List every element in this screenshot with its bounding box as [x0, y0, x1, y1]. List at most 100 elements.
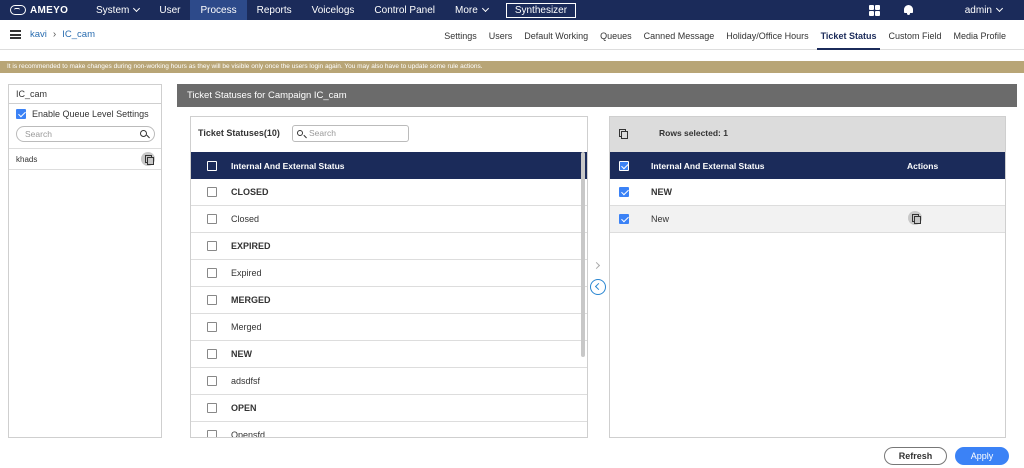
- status-label: Opensfd: [231, 430, 266, 438]
- row-checkbox[interactable]: [207, 268, 217, 278]
- nav-voicelogs-label: Voicelogs: [311, 4, 355, 16]
- move-left-chevron-icon[interactable]: [590, 279, 606, 295]
- tab-default-working[interactable]: Default Working: [520, 20, 592, 50]
- transfer-controls: [588, 258, 608, 298]
- refresh-button[interactable]: Refresh: [884, 447, 947, 465]
- synthesizer-label: Synthesizer: [514, 4, 568, 16]
- bell-icon[interactable]: [903, 5, 913, 15]
- chevron-down-icon: [481, 4, 489, 13]
- user-menu[interactable]: admin: [964, 4, 1004, 16]
- tab-settings[interactable]: Settings: [440, 20, 481, 50]
- breadcrumb-item[interactable]: kavi: [30, 29, 47, 40]
- copy-icon[interactable]: [908, 211, 922, 225]
- breadcrumb: kavi › IC_cam: [30, 29, 95, 40]
- table-row[interactable]: Closed: [191, 206, 587, 233]
- status-label: MERGED: [231, 295, 271, 305]
- queue-search-input[interactable]: Search: [16, 126, 155, 142]
- nav-user-label: User: [159, 4, 181, 16]
- nav-user[interactable]: User: [149, 0, 190, 20]
- enable-queue-checkbox[interactable]: [16, 109, 26, 119]
- status-label: NEW: [651, 187, 672, 197]
- table-row[interactable]: MERGED: [191, 287, 587, 314]
- nav-reports[interactable]: Reports: [247, 0, 302, 20]
- tab-holiday-office-hours[interactable]: Holiday/Office Hours: [722, 20, 812, 50]
- row-checkbox[interactable]: [207, 295, 217, 305]
- nav-more[interactable]: More: [445, 0, 498, 20]
- queue-name: khads: [16, 154, 38, 164]
- status-label: NEW: [231, 349, 252, 359]
- row-checkbox[interactable]: [207, 187, 217, 197]
- queue-search-placeholder: Search: [25, 129, 52, 139]
- status-label: Closed: [231, 214, 260, 224]
- nav-reports-label: Reports: [256, 4, 292, 16]
- status-search-input[interactable]: Search: [292, 125, 409, 142]
- scrollbar[interactable]: [581, 152, 585, 357]
- table-row[interactable]: CLOSED: [191, 179, 587, 206]
- nav-process[interactable]: Process: [190, 0, 247, 20]
- rows-selected-count: Rows selected: 1: [659, 128, 728, 138]
- table-row[interactable]: OPEN: [191, 395, 587, 422]
- queue-panel-title: IC_cam: [9, 85, 161, 104]
- enable-queue-level-settings[interactable]: Enable Queue Level Settings: [9, 104, 161, 119]
- nav-system-label: System: [96, 4, 130, 16]
- synthesizer-button[interactable]: Synthesizer: [505, 2, 577, 18]
- breadcrumb-item[interactable]: IC_cam: [62, 29, 95, 40]
- column-header-status: Internal And External Status: [231, 160, 345, 171]
- apps-grid-icon[interactable]: [868, 4, 880, 16]
- table-row[interactable]: EXPIRED: [191, 233, 587, 260]
- row-checkbox[interactable]: [207, 349, 217, 359]
- status-search-placeholder: Search: [309, 128, 336, 138]
- tab-canned-message[interactable]: Canned Message: [640, 20, 719, 50]
- table-row[interactable]: NEW: [191, 341, 587, 368]
- nav-control-panel[interactable]: Control Panel: [364, 0, 445, 20]
- tab-media-profile[interactable]: Media Profile: [949, 20, 1010, 50]
- selected-statuses-table: Rows selected: 1 Internal And External S…: [609, 116, 1006, 438]
- status-label: EXPIRED: [231, 241, 271, 251]
- chevron-down-icon: [995, 4, 1004, 13]
- row-checkbox[interactable]: [207, 241, 217, 251]
- tab-custom-field[interactable]: Custom Field: [884, 20, 945, 50]
- table-row[interactable]: NEW: [610, 179, 1005, 206]
- tab-ticket-status[interactable]: Ticket Status: [816, 20, 881, 50]
- row-checkbox[interactable]: [207, 376, 217, 386]
- row-checkbox[interactable]: [619, 187, 629, 197]
- row-checkbox[interactable]: [619, 214, 629, 224]
- status-label: Merged: [231, 322, 262, 332]
- move-right-chevron-icon[interactable]: [590, 258, 606, 274]
- enable-queue-label: Enable Queue Level Settings: [32, 109, 149, 119]
- table-row[interactable]: Expired: [191, 260, 587, 287]
- table-row[interactable]: New: [610, 206, 1005, 233]
- warning-banner: It is recommended to make changes during…: [0, 61, 1024, 73]
- copy-icon[interactable]: [619, 129, 629, 139]
- chevron-down-icon: [133, 4, 141, 13]
- available-statuses-title: Ticket Statuses(10): [198, 128, 280, 138]
- table-header: Internal And External Status: [191, 152, 587, 179]
- row-checkbox[interactable]: [207, 403, 217, 413]
- available-statuses-table: Ticket Statuses(10) Search Internal And …: [190, 116, 588, 438]
- apply-button[interactable]: Apply: [955, 447, 1009, 465]
- nav-voicelogs[interactable]: Voicelogs: [302, 0, 365, 20]
- select-all-checkbox[interactable]: [207, 160, 217, 171]
- queue-list-item[interactable]: khads: [9, 148, 161, 170]
- tab-users[interactable]: Users: [485, 20, 517, 50]
- row-checkbox[interactable]: [207, 430, 217, 437]
- ameyo-logo[interactable]: AMEYO: [0, 0, 86, 20]
- search-icon: [297, 130, 303, 136]
- row-checkbox[interactable]: [207, 214, 217, 224]
- copy-icon[interactable]: [141, 152, 155, 166]
- nav-system[interactable]: System: [86, 0, 149, 20]
- select-all-checkbox[interactable]: [619, 160, 629, 171]
- table-row[interactable]: Merged: [191, 314, 587, 341]
- hamburger-menu-icon[interactable]: [10, 30, 21, 39]
- available-statuses-toolbar: Ticket Statuses(10) Search: [191, 117, 587, 152]
- row-checkbox[interactable]: [207, 322, 217, 332]
- selected-statuses-toolbar: Rows selected: 1: [610, 117, 1005, 152]
- table-row[interactable]: Opensfd: [191, 422, 587, 438]
- logo-text: AMEYO: [30, 4, 69, 16]
- user-name: admin: [964, 4, 992, 16]
- table-row[interactable]: adsdfsf: [191, 368, 587, 395]
- search-icon[interactable]: [140, 130, 147, 137]
- tab-queues[interactable]: Queues: [596, 20, 636, 50]
- ameyo-logo-icon: [10, 5, 26, 15]
- column-header-status: Internal And External Status: [651, 160, 765, 171]
